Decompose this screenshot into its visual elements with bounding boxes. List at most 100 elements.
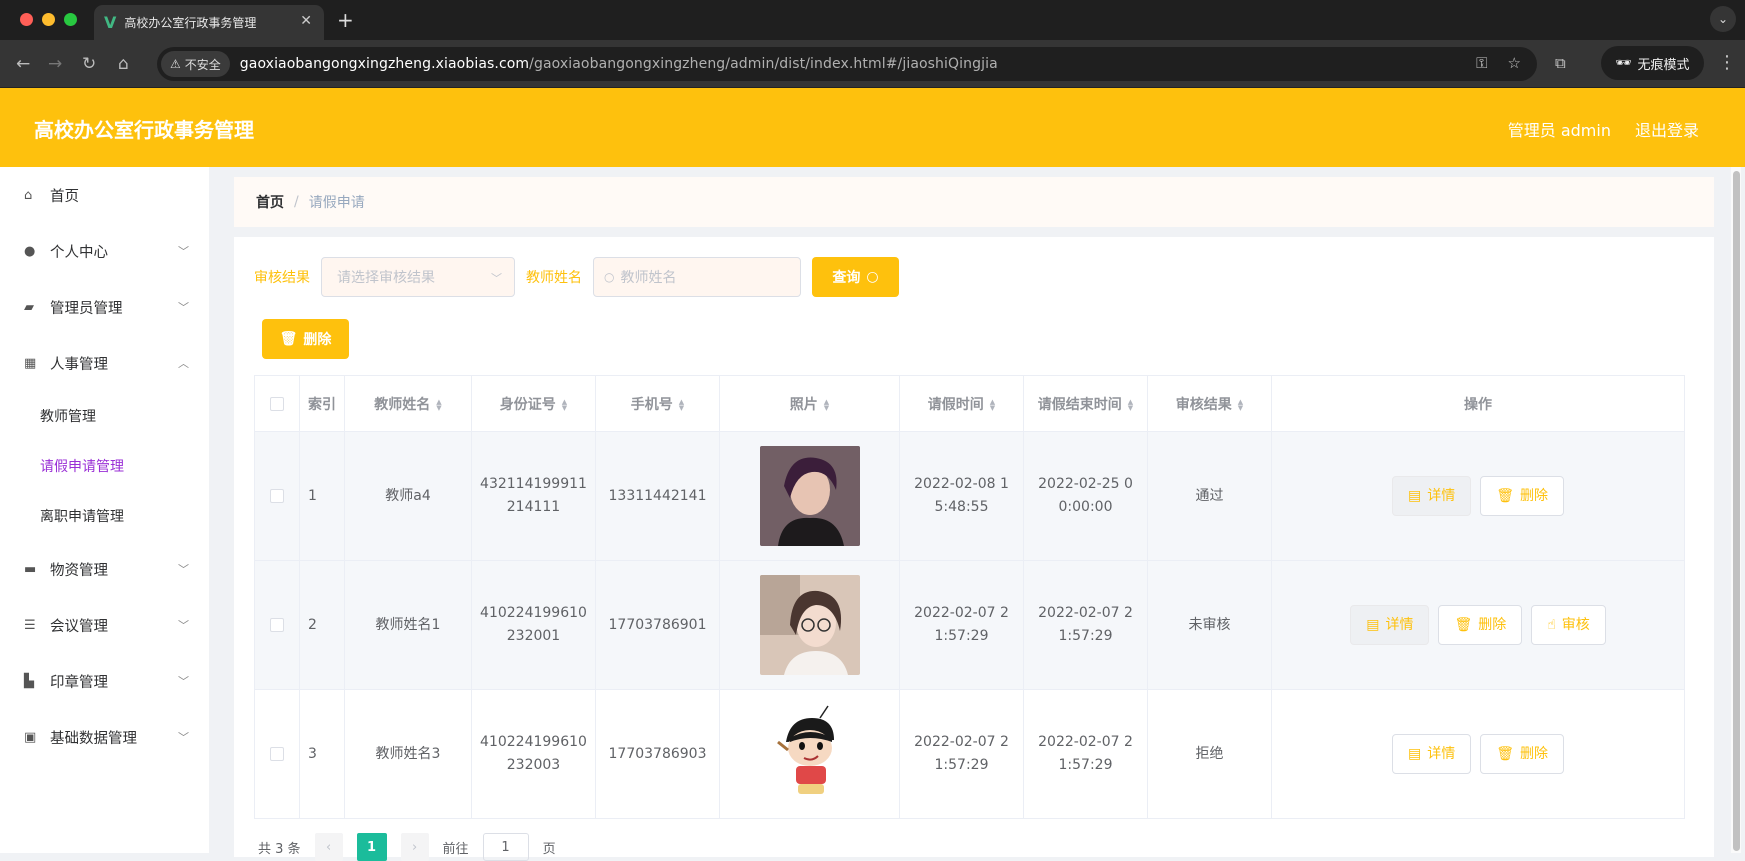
close-window-button[interactable] <box>20 13 33 26</box>
sidebar-subitem-leave[interactable]: 请假申请管理 <box>0 441 209 491</box>
tab-search-icon[interactable]: ⌄ <box>1710 6 1736 32</box>
actions-cell: ▤ 详情 🗑 删除 ☝ 审核 <box>1271 560 1685 690</box>
sidebar-item-label: 印章管理 <box>50 674 108 691</box>
sidebar-item-hr[interactable]: ▦ 人事管理 ︿ <box>0 335 209 391</box>
app-title: 高校办公室行政事务管理 <box>34 118 254 142</box>
sidebar-item-label: 首页 <box>50 188 79 205</box>
column-header[interactable]: 身份证号 ▲ ▼ <box>471 375 596 432</box>
column-header-label: 审核结果 <box>1175 396 1232 413</box>
index-cell: 1 <box>299 431 345 561</box>
security-chip[interactable]: ⚠ 不安全 <box>161 51 230 77</box>
scrollbar-thumb[interactable] <box>1733 171 1740 851</box>
pagination: 共 3 条 ‹ 1 › 前往 1 页 <box>258 833 556 861</box>
sort-icon[interactable]: ▲ ▼ <box>1128 398 1133 411</box>
back-icon[interactable]: ← <box>16 54 30 74</box>
prev-page-icon[interactable]: ‹ <box>314 833 343 861</box>
sidebar-item-meetings[interactable]: ☰ 会议管理 ﹀ <box>0 597 209 653</box>
forward-icon[interactable]: → <box>48 54 62 74</box>
result-filter-label: 审核结果 <box>254 270 310 286</box>
sidebar-item-label: 会议管理 <box>50 618 108 635</box>
close-tab-icon[interactable]: ✕ <box>300 13 312 29</box>
delete-label: 删除 <box>1520 487 1548 504</box>
index-cell: 2 <box>299 560 345 690</box>
row-checkbox[interactable] <box>270 488 284 503</box>
address-bar[interactable]: ⚠ 不安全 gaoxiaobangongxingzheng.xiaobias.c… <box>157 47 1537 81</box>
sort-icon[interactable]: ▲ ▼ <box>436 398 441 411</box>
next-page-icon[interactable]: › <box>400 833 429 861</box>
select-all-checkbox[interactable] <box>270 396 284 411</box>
minimize-window-button[interactable] <box>42 13 55 26</box>
delete-label: 删除 <box>1478 616 1507 633</box>
incognito-chip[interactable]: 🕶 无痕模式 <box>1601 46 1704 80</box>
detail-button[interactable]: ▤ 详情 <box>1391 734 1472 774</box>
goto-page-input[interactable]: 1 <box>482 833 529 861</box>
column-header[interactable]: 教师姓名 ▲ ▼ <box>344 375 472 432</box>
sort-icon[interactable]: ▲ ▼ <box>562 398 567 411</box>
table-header-row: 索引 教师姓名 ▲ ▼ 身份证号 ▲ ▼ 手机号 ▲ ▼ 照片 ▲ ▼ 请假时间 ▲ ▼ 请假结束时… <box>254 375 1685 432</box>
detail-button[interactable]: ▤ 详情 <box>1350 605 1430 645</box>
column-header[interactable]: 请假时间 ▲ ▼ <box>899 375 1024 432</box>
name-cell: 教师姓名1 <box>344 560 472 690</box>
sort-icon[interactable]: ▲ ▼ <box>679 398 684 411</box>
url-text: gaoxiaobangongxingzheng.xiaobias.com/gao… <box>240 56 998 72</box>
table-row: 2 教师姓名1 410224199610232001 17703786901 2… <box>254 560 1685 690</box>
more-menu-icon[interactable]: ⋮ <box>1718 52 1736 73</box>
sidebar-subitem-resign[interactable]: 离职申请管理 <box>0 491 209 541</box>
sidebar-item-home[interactable]: ⌂ 首页 <box>0 167 209 223</box>
sidebar-item-supplies[interactable]: ▬ 物资管理 ﹀ <box>0 541 209 597</box>
review-button[interactable]: ☝ 审核 <box>1531 605 1606 645</box>
document-icon: ▤ <box>1407 487 1422 504</box>
reload-icon[interactable]: ↻ <box>82 54 96 74</box>
row-checkbox[interactable] <box>270 617 284 632</box>
page-scrollbar[interactable] <box>1731 167 1741 853</box>
sidebar-item-basedata[interactable]: ▣ 基础数据管理 ﹀ <box>0 709 209 765</box>
row-checkbox[interactable] <box>270 746 284 761</box>
stamp-icon: ▙ <box>24 673 34 689</box>
sidebar-item-profile[interactable]: ● 个人中心 ﹀ <box>0 223 209 279</box>
photo-cell <box>719 560 900 690</box>
maximize-window-button[interactable] <box>64 13 77 26</box>
trash-icon: 🗑 <box>279 331 298 347</box>
delete-label: 删除 <box>1520 745 1548 762</box>
column-header-label: 操作 <box>1464 396 1492 413</box>
sort-icon[interactable]: ▲ ▼ <box>824 398 829 411</box>
column-header-label: 照片 <box>789 396 818 413</box>
result-select[interactable]: 请选择审核结果 ﹀ <box>321 257 515 297</box>
sidebar-item-stamps[interactable]: ▙ 印章管理 ﹀ <box>0 653 209 709</box>
column-header[interactable]: 请假结束时间 ▲ ▼ <box>1023 375 1148 432</box>
row-delete-button[interactable]: 🗑 删除 <box>1480 476 1564 516</box>
page-number-current[interactable]: 1 <box>356 833 387 861</box>
sort-icon[interactable]: ▲ ▼ <box>1238 398 1243 411</box>
column-header[interactable]: 照片 ▲ ▼ <box>719 375 900 432</box>
logout-link[interactable]: 退出登录 <box>1635 117 1699 141</box>
new-tab-icon[interactable]: + <box>337 8 354 32</box>
column-header-label: 请假时间 <box>927 396 984 413</box>
column-header-label: 教师姓名 <box>374 396 431 413</box>
extensions-icon[interactable]: ⧉ <box>1555 54 1566 72</box>
teacher-name-input[interactable]: ○ 教师姓名 <box>593 257 801 297</box>
star-icon[interactable]: ☆ <box>1508 54 1521 72</box>
sidebar-item-admin[interactable]: ▰ 管理员管理 ﹀ <box>0 279 209 335</box>
detail-label: 详情 <box>1385 616 1414 633</box>
breadcrumb-home[interactable]: 首页 <box>256 192 284 212</box>
detail-button[interactable]: ▤ 详情 <box>1391 476 1472 516</box>
column-header[interactable]: 审核结果 ▲ ▼ <box>1147 375 1272 432</box>
start-time-cell: 2022-02-07 21:57:29 <box>899 689 1024 819</box>
row-delete-button[interactable]: 🗑 删除 <box>1480 734 1564 774</box>
leave-table: 索引 教师姓名 ▲ ▼ 身份证号 ▲ ▼ 手机号 ▲ ▼ 照片 ▲ ▼ 请假时间 ▲ ▼ 请假结束时… <box>254 375 1685 819</box>
home-browser-icon[interactable]: ⌂ <box>118 54 129 74</box>
query-button[interactable]: 查询 ○ <box>812 257 899 297</box>
url-host: gaoxiaobangongxingzheng.xiaobias.com <box>239 56 530 72</box>
phone-cell: 17703786901 <box>595 560 720 690</box>
batch-delete-button[interactable]: 🗑 删除 <box>262 319 349 359</box>
window-controls <box>20 13 77 26</box>
column-header[interactable]: 手机号 ▲ ▼ <box>595 375 720 432</box>
column-header-label: 索引 <box>308 396 336 413</box>
sort-icon[interactable]: ▲ ▼ <box>990 398 995 411</box>
row-delete-button[interactable]: 🗑 删除 <box>1438 605 1523 645</box>
index-cell: 3 <box>299 689 345 819</box>
key-icon[interactable]: ⚿ <box>1476 54 1487 72</box>
grid-icon: ▦ <box>24 355 37 371</box>
browser-tab[interactable]: V 高校办公室行政事务管理 ✕ <box>94 5 324 40</box>
sidebar-subitem-teachers[interactable]: 教师管理 <box>0 391 209 441</box>
